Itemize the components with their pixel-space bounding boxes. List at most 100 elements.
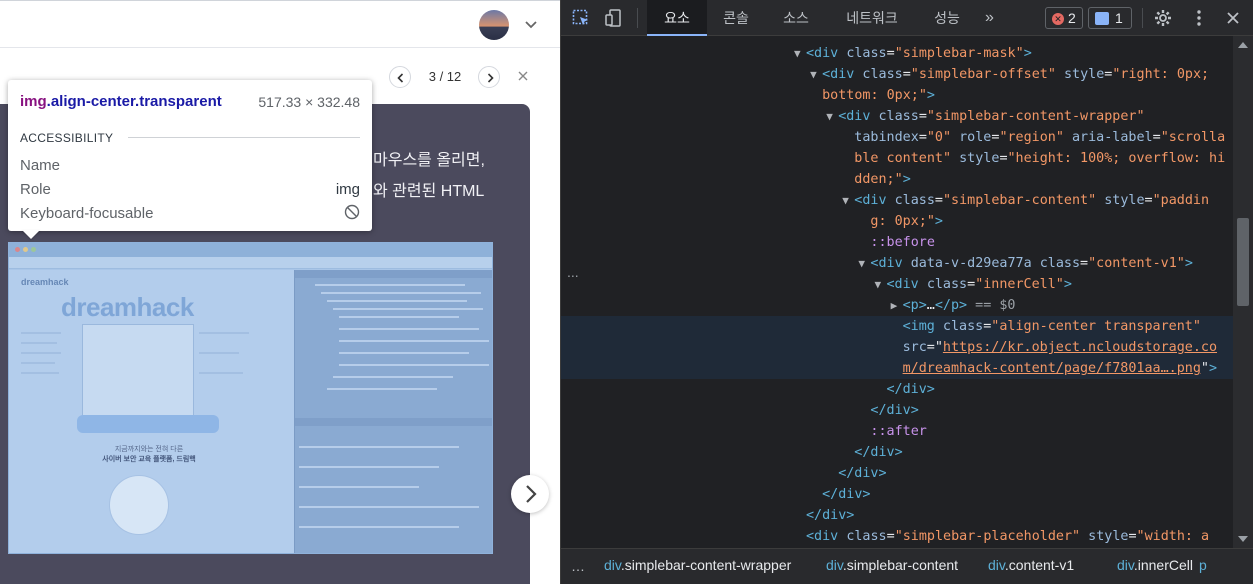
dom-node-selected-line[interactable]: m/dreamhack-content/page/f7801aa….png"> — [561, 358, 1233, 379]
dom-token-val: "simplebar-mask" — [894, 46, 1024, 61]
scroll-up-arrow[interactable] — [1238, 42, 1248, 48]
kebab-menu-icon[interactable] — [1189, 8, 1209, 28]
highlighted-image[interactable]: dreamhack dreamhack 지금까지와는 전혀 다른 사이버 보안 … — [8, 242, 493, 554]
collapse-arrow-icon[interactable]: ▶ — [891, 295, 898, 316]
dom-token-attr: class — [846, 46, 887, 61]
node-actions-gutter[interactable]: ... — [567, 264, 579, 280]
expand-arrow-icon[interactable]: ▼ — [826, 106, 833, 127]
dom-node-line[interactable]: <div class="simplebar-placeholder" style… — [561, 526, 1233, 547]
shot-logo: dreamhack — [61, 292, 194, 322]
dom-node-line[interactable]: ::after — [561, 421, 1233, 442]
dom-node-line[interactable]: ▼ <div class="simplebar-mask"> — [561, 43, 1233, 64]
breadcrumb-item[interactable]: div.content-v1 — [988, 557, 1074, 573]
close-icon[interactable] — [1223, 8, 1243, 28]
dom-node-line[interactable]: ble content" style="height: 100%; overfl… — [561, 148, 1233, 169]
dom-node-line[interactable]: ▼ <div data-v-d29ea77a class="content-v1"… — [561, 253, 1233, 274]
dom-node-line[interactable]: dden;"> — [561, 169, 1233, 190]
dom-node-text: <div class="simplebar-mask"> — [806, 43, 1032, 64]
error-counter[interactable]: ✕ 2 — [1045, 7, 1083, 29]
more-tabs-button[interactable]: » — [985, 9, 994, 27]
dom-token-plain: " — [1200, 361, 1209, 376]
dom-token-plain: = — [886, 46, 895, 61]
breadcrumb-overflow[interactable]: … — [571, 558, 585, 574]
breadcrumb-item[interactable]: div.simplebar-content — [826, 557, 958, 573]
dom-node-line[interactable]: </div> — [561, 379, 1233, 400]
device-toolbar-icon[interactable] — [604, 8, 624, 28]
expand-arrow-icon[interactable]: ▼ — [842, 190, 849, 211]
expand-arrow-icon[interactable]: ▼ — [858, 253, 865, 274]
next-page-button[interactable] — [478, 66, 500, 88]
screen: 3 / 12 마우스를 올리면, 와 관련된 HTML dreamhack dr… — [0, 0, 1253, 584]
dom-token-attr: data-v-d29ea77a — [910, 256, 1040, 271]
dom-token-tag: <div — [806, 529, 847, 544]
dom-node-line[interactable]: ▶ <p>…</p> == $0 — [561, 295, 1233, 316]
dom-node-line[interactable]: ▼ <div class="simplebar-content" style="p… — [561, 190, 1233, 211]
chevron-down-icon[interactable] — [521, 14, 541, 34]
dom-node-line[interactable]: g: 0px;"> — [561, 211, 1233, 232]
dom-token-val: "width: a — [1136, 529, 1210, 544]
dom-node-line[interactable]: bottom: 0px;"> — [561, 85, 1233, 106]
dom-node-line[interactable]: </div> — [561, 505, 1233, 526]
dom-node-line[interactable]: tabindex="0" role="region" aria-label="s… — [561, 127, 1233, 148]
dom-node-line[interactable]: ▼ <div class="simplebar-content-wrapper" — [561, 106, 1233, 127]
prev-page-button[interactable] — [389, 66, 411, 88]
dom-token-val: "align-center transparent" — [991, 319, 1201, 334]
dom-node-line[interactable]: </div> — [561, 442, 1233, 463]
tab-sources[interactable]: 소스 — [765, 0, 827, 36]
avatar[interactable] — [479, 10, 509, 40]
carousel-next-button[interactable] — [511, 475, 549, 513]
dom-token-dim: $0 — [999, 298, 1016, 313]
tab-elements[interactable]: 요소 — [647, 0, 707, 36]
shot-devtools — [294, 270, 492, 553]
dom-node-line[interactable]: </div> — [561, 463, 1233, 484]
dom-token-attr: style — [959, 151, 1000, 166]
scrollbar-thumb[interactable] — [1237, 218, 1249, 306]
dom-token-plain: = — [886, 529, 895, 544]
dom-token-tag: </p> — [934, 298, 968, 313]
dom-token-link[interactable]: m/dreamhack-content/page/f7801aa….png — [903, 361, 1201, 376]
dom-node-line[interactable]: ▼ <div class="simplebar-offset" style="ri… — [561, 64, 1233, 85]
expand-arrow-icon[interactable]: ▼ — [875, 274, 882, 295]
close-icon[interactable] — [515, 68, 531, 84]
dom-token-plain: = — [1128, 529, 1137, 544]
shot-code — [315, 284, 465, 286]
dom-token-val: bottom: 0px;" — [822, 88, 927, 103]
chevron-right-icon — [526, 485, 537, 503]
scroll-down-arrow[interactable] — [1238, 536, 1248, 542]
breadcrumb-item[interactable]: div.innerCell — [1117, 557, 1193, 573]
dom-node-text: <div class="simplebar-content" style="pa… — [854, 190, 1209, 211]
dom-node-selected-line[interactable]: <img class="align-center transparent" — [561, 316, 1233, 337]
dom-node-selected-line[interactable]: src="https://kr.object.ncloudstorage.co — [561, 337, 1233, 358]
dom-node-line[interactable]: ::before — [561, 232, 1233, 253]
inspect-element-icon[interactable] — [571, 8, 591, 28]
page-header — [0, 0, 560, 48]
dom-token-tag: </div> — [806, 508, 855, 523]
top-divider — [0, 0, 560, 1]
tab-console[interactable]: 콘솔 — [707, 0, 765, 36]
dom-node-line[interactable]: ▼ <div class="innerCell"> — [561, 274, 1233, 295]
dom-token-val: "content-v1" — [1088, 256, 1185, 271]
dom-node-line[interactable]: </div> — [561, 484, 1233, 505]
shot-styles-tabs — [295, 418, 492, 426]
devtools-panel: 요소 콘솔 소스 네트워크 성능 » ✕ 2 1 ▼ <div class="si… — [561, 0, 1253, 584]
expand-arrow-icon[interactable]: ▼ — [794, 43, 801, 64]
gear-icon[interactable] — [1153, 8, 1173, 28]
dom-token-attr: class — [878, 109, 919, 124]
tooltip-selector: img.align-center.transparent — [20, 93, 222, 110]
message-counter[interactable]: 1 — [1088, 7, 1132, 29]
breadcrumb-class: .simplebar-content-wrapper — [620, 557, 792, 573]
dom-token-val: dden;" — [838, 172, 903, 187]
dom-token-attr: style — [1088, 529, 1129, 544]
breadcrumb-item[interactable]: p — [1199, 557, 1207, 573]
tab-performance[interactable]: 성능 — [917, 0, 977, 36]
dom-node-text: <p>…</p> == $0 — [903, 295, 1016, 316]
shot-code — [299, 446, 459, 448]
dom-tree[interactable]: ▼ <div class="simplebar-mask"> ▼ <div class… — [561, 36, 1233, 548]
expand-arrow-icon[interactable]: ▼ — [810, 64, 817, 85]
dom-tree-scrollbar[interactable] — [1233, 36, 1253, 548]
dom-token-val: "height: 100%; overflow: hi — [1007, 151, 1226, 166]
dom-token-link[interactable]: https://kr.object.ncloudstorage.co — [943, 340, 1217, 355]
dom-node-line[interactable]: </div> — [561, 400, 1233, 421]
breadcrumb-item[interactable]: div.simplebar-content-wrapper — [604, 557, 791, 573]
tab-network[interactable]: 네트워크 — [827, 0, 917, 36]
